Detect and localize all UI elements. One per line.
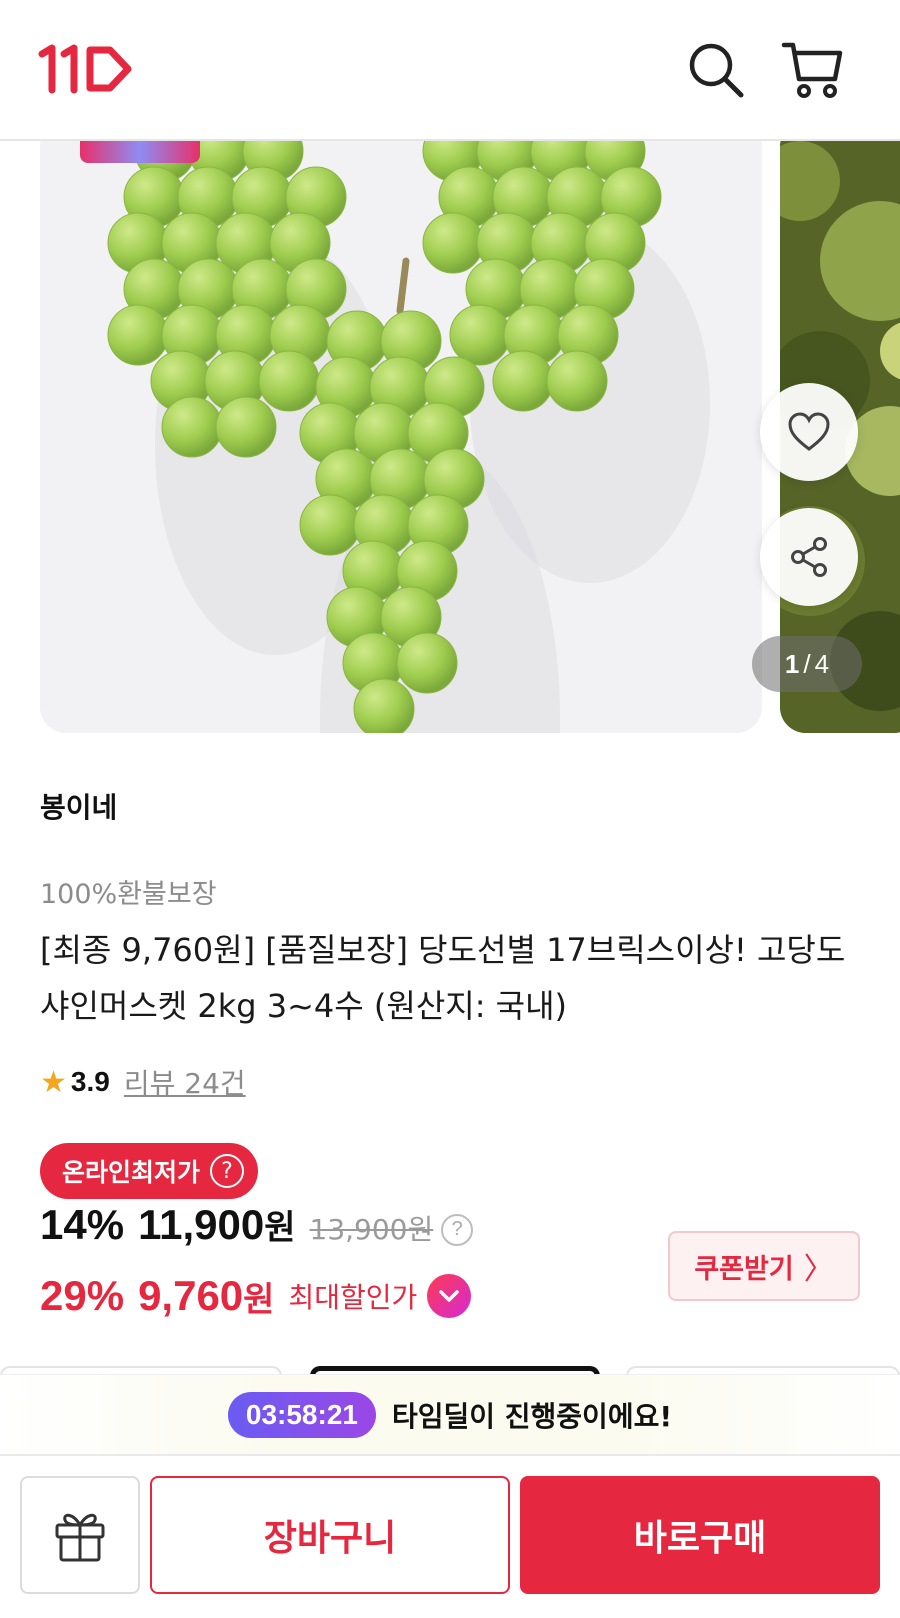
rating-score: 3.9 bbox=[70, 1066, 110, 1097]
product-image-grapes[interactable] bbox=[40, 141, 762, 733]
rating-summary: ★ 3.9 리뷰 24건 bbox=[40, 1062, 246, 1102]
app-header bbox=[0, 0, 900, 141]
get-coupon-button[interactable]: 쿠폰받기 〉 bbox=[668, 1231, 860, 1301]
seller-name[interactable]: 봉이네 bbox=[40, 786, 117, 826]
max-discount-currency: 원 bbox=[243, 1279, 275, 1320]
buy-now-button[interactable]: 바로구매 bbox=[520, 1476, 880, 1594]
share-icon bbox=[791, 537, 827, 577]
search-icon bbox=[689, 43, 744, 98]
sale-price-row: 14% 11,900 원 13,900원 ? bbox=[40, 1200, 474, 1258]
sale-price-currency: 원 bbox=[264, 1208, 296, 1248]
11st-logo[interactable] bbox=[38, 44, 134, 94]
bottom-action-bar: 장바구니 바로구매 bbox=[0, 1454, 900, 1618]
chevron-down-icon bbox=[439, 1290, 460, 1302]
gift-icon bbox=[55, 1513, 105, 1562]
star-icon: ★ bbox=[40, 1064, 67, 1100]
review-count-link[interactable]: 리뷰 24건 bbox=[124, 1062, 246, 1102]
get-coupon-label: 쿠폰받기 bbox=[694, 1253, 794, 1285]
gift-button[interactable] bbox=[20, 1476, 140, 1594]
discount-rate: 14% bbox=[40, 1201, 125, 1248]
max-discount-row: 29% 9,760 원 최대할인가 bbox=[40, 1268, 472, 1324]
image-counter-current: 1 bbox=[784, 648, 800, 679]
grapes-illustration bbox=[40, 141, 762, 733]
product-title: [최종 9,760원] [품질보장] 당도선별 17브릭스이상! 고당도 샤인머… bbox=[40, 931, 846, 1025]
image-counter-total: 4 bbox=[814, 648, 830, 679]
lowest-price-badge: 온라인최저가 ? bbox=[40, 1143, 259, 1199]
image-counter-separator: / bbox=[803, 648, 811, 679]
heart-icon bbox=[788, 412, 830, 451]
promo-ribbon bbox=[80, 141, 200, 163]
cart-button[interactable] bbox=[780, 38, 844, 102]
product-tagline: 100%환불보장 bbox=[40, 879, 217, 910]
timedeal-message: 타임딜이 진행중이에요! bbox=[391, 1399, 673, 1433]
cart-icon bbox=[781, 42, 843, 98]
chevron-right-icon: 〉 bbox=[803, 1252, 834, 1287]
wishlist-button[interactable] bbox=[760, 383, 858, 481]
share-button[interactable] bbox=[760, 508, 858, 606]
timedeal-timer: 03:58:21 bbox=[227, 1391, 376, 1438]
max-discount-rate: 29% bbox=[40, 1272, 125, 1319]
search-button[interactable] bbox=[684, 38, 748, 102]
sale-price: 11,900 bbox=[138, 1201, 265, 1248]
timedeal-banner[interactable]: 03:58:21 타임딜이 진행중이에요! bbox=[0, 1374, 900, 1454]
image-counter: 1 / 4 bbox=[752, 636, 862, 692]
add-to-cart-button[interactable]: 장바구니 bbox=[150, 1476, 510, 1594]
max-discount-expand-button[interactable] bbox=[427, 1274, 472, 1318]
price-help-icon[interactable]: ? bbox=[441, 1213, 474, 1246]
original-price: 13,900원 bbox=[309, 1213, 434, 1246]
lowest-price-help-icon[interactable]: ? bbox=[210, 1154, 245, 1188]
lowest-price-label: 온라인최저가 bbox=[62, 1158, 201, 1187]
max-discount-label: 최대할인가 bbox=[288, 1281, 418, 1314]
max-discount-price: 9,760 bbox=[138, 1272, 244, 1319]
